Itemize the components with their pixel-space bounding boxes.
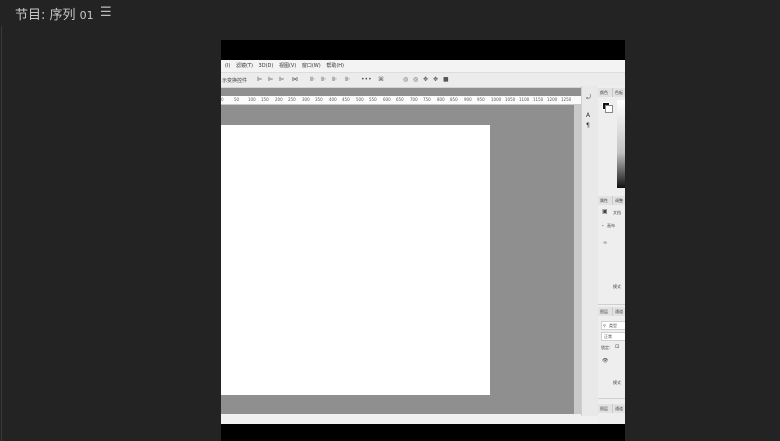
ps-menu-item[interactable]: 滤镜(T) bbox=[236, 60, 253, 72]
lock-label: 锁定: bbox=[601, 345, 611, 350]
ps-menubar: (I) 滤镜(T) 3D(D) 视图(V) 窗口(W) 帮助(H) bbox=[221, 60, 625, 72]
title-sequence-number: 01 bbox=[79, 9, 94, 22]
blend-mode-select[interactable]: 正常 bbox=[601, 332, 625, 341]
type-tool-icon[interactable]: A bbox=[586, 112, 590, 119]
ps-menu-item[interactable]: 帮助(H) bbox=[326, 60, 344, 72]
align-bottom-icon[interactable]: ⊪ bbox=[332, 76, 337, 83]
ruler-tick: 850 bbox=[450, 97, 458, 102]
tab-channels-2[interactable]: 通道 bbox=[613, 404, 625, 413]
ps-tools-panel: ⤾ A ¶ bbox=[581, 86, 599, 416]
search-icon: ⚲ bbox=[603, 323, 606, 328]
rotate-view-icon[interactable]: ⤾ bbox=[586, 94, 591, 102]
program-monitor-header: 节目: 序列 01 ☰ bbox=[0, 0, 780, 26]
document-label: 文档 bbox=[613, 210, 621, 215]
paragraph-icon[interactable]: ¶ bbox=[586, 122, 590, 129]
ruler-tick: 400 bbox=[329, 97, 337, 102]
visibility-eye-icon[interactable]: 👁 bbox=[602, 358, 608, 364]
panel-divider bbox=[598, 304, 625, 305]
blend-mode-value: 正常 bbox=[604, 334, 612, 339]
tab-layers[interactable]: 图层 bbox=[598, 307, 613, 316]
align-right-icon[interactable]: ⊫ bbox=[279, 76, 284, 83]
align-center-icon[interactable]: ⊫ bbox=[268, 76, 273, 83]
tab-swatches[interactable]: 色板 bbox=[613, 88, 625, 97]
ruler-tick: 800 bbox=[437, 97, 445, 102]
ruler-tick: 700 bbox=[410, 97, 418, 102]
program-monitor-title: 节目: 序列 01 bbox=[15, 4, 94, 23]
lock-icon[interactable]: ⊡ bbox=[615, 344, 619, 350]
align-top-icon[interactable]: ⊪ bbox=[310, 76, 315, 83]
ps-document-area: 0 50 100 150 200 250 300 350 400 450 500… bbox=[221, 88, 581, 414]
ruler-tick: 900 bbox=[464, 97, 472, 102]
document-vertical-scrollbar[interactable] bbox=[574, 104, 581, 414]
distribute-icon[interactable]: ⋈ bbox=[292, 76, 298, 83]
mode-label: 模式 bbox=[613, 284, 621, 289]
ruler-tick: 50 bbox=[234, 97, 240, 102]
ps-menu-item[interactable]: 窗口(W) bbox=[302, 60, 321, 72]
ps-menu-item[interactable]: 3D(D) bbox=[259, 60, 274, 72]
ruler-tick: 450 bbox=[342, 97, 350, 102]
3d-scale-icon[interactable]: ■ bbox=[443, 76, 449, 83]
ruler-tick: 150 bbox=[261, 97, 269, 102]
3d-roll-icon[interactable]: ◎ bbox=[413, 76, 418, 83]
link-icon[interactable]: ∞ bbox=[603, 240, 607, 246]
3d-pan-icon[interactable]: ✥ bbox=[423, 76, 428, 83]
ruler-tick: 0 bbox=[221, 97, 224, 102]
chevron-down-icon[interactable]: ⌄ bbox=[601, 222, 604, 227]
ruler-tick: 950 bbox=[477, 97, 485, 102]
color-picker-field[interactable] bbox=[617, 100, 625, 188]
layer-filter-input[interactable]: ⚲ 类型 bbox=[601, 321, 625, 330]
ruler-tick: 750 bbox=[423, 97, 431, 102]
ruler-tick: 550 bbox=[369, 97, 377, 102]
filter-type-label: 类型 bbox=[609, 323, 617, 328]
ruler-tick: 650 bbox=[396, 97, 404, 102]
ruler-tick: 1150 bbox=[533, 97, 544, 102]
distribute-v-icon[interactable]: ⊪ bbox=[345, 76, 350, 83]
ruler-tick: 1250 bbox=[561, 97, 572, 102]
ruler-tick: 1050 bbox=[505, 97, 516, 102]
3d-rotate-icon[interactable]: ◎ bbox=[403, 76, 408, 83]
canvas-section-label: 画布 bbox=[607, 223, 615, 228]
align-middle-icon[interactable]: ⊪ bbox=[321, 76, 326, 83]
tab-channels[interactable]: 通道 bbox=[613, 307, 625, 316]
ruler-tick: 1200 bbox=[547, 97, 558, 102]
show-transform-controls-label[interactable]: 示变换控件 bbox=[222, 77, 247, 84]
panel-menu-icon[interactable]: ☰ bbox=[100, 5, 112, 20]
3d-mode-icon[interactable]: ⌘ bbox=[378, 76, 384, 83]
more-options-icon[interactable]: ••• bbox=[361, 76, 372, 83]
ruler-tick: 600 bbox=[383, 97, 391, 102]
ruler-tick: 300 bbox=[302, 97, 310, 102]
title-prefix: 节目: 序列 bbox=[15, 8, 76, 23]
photoshop-screen-recording: (I) 滤镜(T) 3D(D) 视图(V) 窗口(W) 帮助(H) 示变换控件 … bbox=[221, 60, 625, 424]
horizontal-ruler: 0 50 100 150 200 250 300 350 400 450 500… bbox=[221, 96, 581, 105]
document-icon: ▣ bbox=[602, 208, 608, 215]
panel-divider bbox=[1, 26, 2, 441]
ps-options-bar: 示变换控件 ⊫ ⊫ ⊫ ⋈ ⊪ ⊪ ⊪ ⊪ ••• ⌘ ◎ ◎ ✥ ✥ ■ bbox=[221, 72, 625, 88]
panel-divider bbox=[598, 398, 625, 399]
ps-menu-item[interactable]: (I) bbox=[225, 60, 230, 72]
letterbox-bottom bbox=[221, 424, 625, 441]
mode-label-2: 模式 bbox=[613, 380, 621, 385]
ruler-tick: 350 bbox=[315, 97, 323, 102]
tab-adjustments[interactable]: 调整 bbox=[613, 196, 625, 205]
3d-slide-icon[interactable]: ✥ bbox=[433, 76, 438, 83]
ps-right-panels: 颜色 色板 属性 调整 ▣ 文档 ⌄ 画布 ∞ 模式 图层 通道 ⚲ 类型 正常… bbox=[598, 86, 625, 424]
white-canvas[interactable] bbox=[221, 125, 490, 395]
tab-properties[interactable]: 属性 bbox=[598, 196, 613, 205]
ruler-tick: 1100 bbox=[519, 97, 530, 102]
ps-menu-item[interactable]: 视图(V) bbox=[279, 60, 296, 72]
tab-layers-2[interactable]: 图层 bbox=[598, 404, 613, 413]
tab-color[interactable]: 颜色 bbox=[598, 88, 613, 97]
ruler-tick: 200 bbox=[275, 97, 283, 102]
ruler-tick: 250 bbox=[288, 97, 296, 102]
program-monitor-viewer[interactable]: (I) 滤镜(T) 3D(D) 视图(V) 窗口(W) 帮助(H) 示变换控件 … bbox=[221, 40, 625, 441]
background-color-swatch[interactable] bbox=[605, 105, 613, 113]
ruler-tick: 100 bbox=[248, 97, 256, 102]
ruler-tick: 500 bbox=[356, 97, 364, 102]
ruler-tick: 1000 bbox=[491, 97, 502, 102]
align-left-icon[interactable]: ⊫ bbox=[257, 76, 262, 83]
